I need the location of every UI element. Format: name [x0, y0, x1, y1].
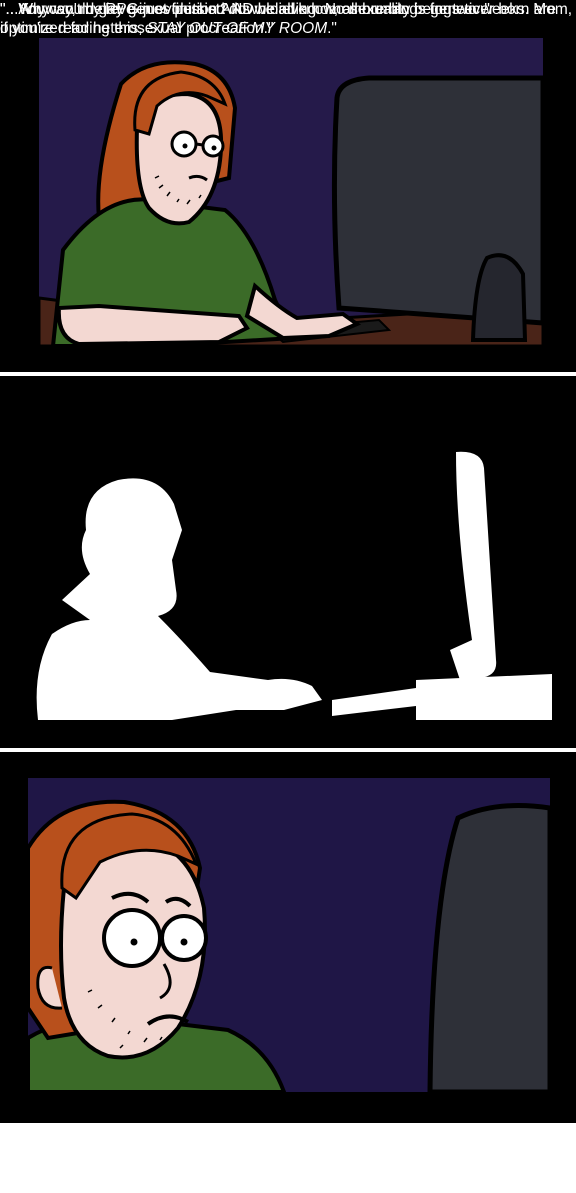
panel-2-silhouette [36, 451, 552, 720]
panel-3-illustration [28, 799, 550, 1092]
panel-1-illustration [39, 60, 543, 346]
comic-panel-2 [0, 376, 576, 748]
comic-panel-3 [0, 752, 576, 1123]
panel-3-caption: "...Anyway, my RPG just finished downloa… [0, 0, 576, 38]
footer-whitespace [0, 1123, 576, 1193]
panel-2-scene [32, 410, 552, 720]
comic-strip: "...You can't believe in evolution AND b… [0, 0, 576, 1193]
panel-3-scene [28, 778, 550, 1092]
panel-1-scene [39, 38, 543, 346]
panel-3-caption-end: ." [327, 20, 337, 37]
panel-3-caption-emphasis: STAY OUT OF MY ROOM [146, 20, 328, 37]
comic-panel-1 [0, 0, 576, 372]
